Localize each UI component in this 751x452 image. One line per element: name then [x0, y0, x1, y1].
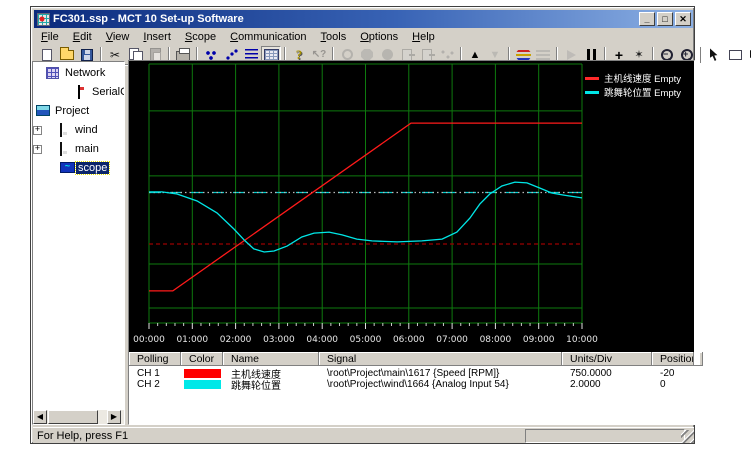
cell-units-div: 2.0000 [562, 379, 652, 390]
tree-item-label: SerialCom [90, 86, 125, 98]
tree-item-project[interactable]: Project [33, 103, 124, 120]
tree-horizontal-scrollbar[interactable]: ◀ ▶ [33, 410, 124, 424]
column-header-polling[interactable]: Polling [129, 352, 181, 366]
scope-chart[interactable]: 00:000 01:000 02:000 03:000 04:000 05:000 06:0… [129, 61, 694, 352]
app-window: FC301.ssp - MCT 10 Set-up Software _ □ ✕… [30, 6, 695, 444]
x-axis-tick-label: 10:000 [566, 335, 598, 345]
legend-label: 主机线速度 Empty [604, 71, 681, 85]
status-panel [525, 429, 685, 443]
channel-table: PollingColorNameSignalUnits/DivPosition … [129, 352, 694, 424]
tree-item-scope[interactable]: ~scope [33, 160, 124, 177]
tree-item-label: scope [76, 162, 109, 174]
column-header-name[interactable]: Name [223, 352, 319, 366]
tree-item-main[interactable]: + main [33, 141, 124, 158]
menu-item-edit[interactable]: Edit [66, 30, 99, 44]
zoom-box-icon[interactable] [725, 46, 745, 64]
project-tree[interactable]: NetworkSerialComProject+wind+main~scope … [32, 61, 125, 425]
menu-item-communication[interactable]: Communication [223, 30, 313, 44]
menu-bar: FileEditViewInsertScopeCommunicationTool… [34, 28, 693, 45]
tree-item-serialcom[interactable]: SerialCom [33, 84, 124, 101]
cell-polling: CH 1 [129, 368, 181, 379]
expand-plus-icon[interactable]: + [33, 126, 42, 135]
tree-item-wind[interactable]: + wind [33, 122, 124, 139]
project-icon [36, 105, 50, 116]
expand-plus-icon[interactable]: + [33, 145, 42, 154]
title-bar[interactable]: FC301.ssp - MCT 10 Set-up Software _ □ ✕ [34, 10, 693, 28]
cell-units-div: 750.0000 [562, 368, 652, 379]
tree-item-network[interactable]: Network [33, 65, 124, 82]
cell-signal: \root\Project\wind\1664 {Analog Input 54… [319, 379, 562, 390]
cell-color [181, 369, 223, 378]
x-axis-tick-label: 06:000 [393, 335, 425, 345]
cell-position: 0 [652, 379, 694, 390]
channel-color-swatch [184, 369, 221, 378]
tree-item-label: main [73, 143, 101, 155]
channel-table-body: CH 1主机线速度\root\Project\main\1617 {Speed … [129, 368, 694, 390]
status-bar: For Help, press F1 [33, 427, 694, 443]
scope-window: 00:000 01:000 02:000 03:000 04:000 05:000 06:0… [128, 60, 695, 425]
x-axis-tick-label: 07:000 [436, 335, 468, 345]
drive-icon [60, 123, 62, 137]
legend-swatch [585, 91, 599, 94]
x-axis-tick-label: 03:000 [263, 335, 295, 345]
cell-signal: \root\Project\main\1617 {Speed [RPM]} [319, 368, 562, 379]
channel-color-swatch [184, 380, 221, 389]
menu-item-help[interactable]: Help [405, 30, 442, 44]
legend-entry: 跳舞轮位置 Empty [585, 85, 681, 99]
x-axis-tick-label: 05:000 [350, 335, 382, 345]
resize-grip[interactable] [681, 430, 694, 443]
select-pointer-icon[interactable] [705, 46, 725, 64]
column-header-position[interactable]: Position [652, 352, 694, 366]
tree-item-label: Project [53, 105, 91, 117]
column-header-color[interactable]: Color [181, 352, 223, 366]
legend-entry: 主机线速度 Empty [585, 71, 681, 85]
tree-item-label: Network [63, 67, 107, 79]
menu-item-scope[interactable]: Scope [178, 30, 223, 44]
x-axis-tick-label: 01:000 [176, 335, 208, 345]
device-icon [78, 85, 80, 99]
x-axis-tick-label: 04:000 [306, 335, 338, 345]
minimize-button[interactable]: _ [639, 12, 655, 26]
column-header-signal[interactable]: Signal [319, 352, 562, 366]
legend-label: 跳舞轮位置 Empty [604, 85, 681, 99]
channel-row-ch1[interactable]: CH 1主机线速度\root\Project\main\1617 {Speed … [129, 368, 694, 379]
app-icon[interactable] [37, 13, 50, 26]
toolbar-separator [700, 47, 702, 63]
menu-item-insert[interactable]: Insert [136, 30, 178, 44]
menu-item-tools[interactable]: Tools [314, 30, 354, 44]
network-icon [46, 67, 59, 79]
status-text: For Help, press F1 [37, 430, 128, 442]
maximize-button[interactable]: □ [657, 12, 673, 26]
menu-item-view[interactable]: View [99, 30, 137, 44]
menu-item-file[interactable]: File [34, 30, 66, 44]
cell-polling: CH 2 [129, 379, 181, 390]
tree-item-label: wind [73, 124, 100, 136]
scroll-right-button[interactable]: ▶ [107, 410, 121, 424]
cell-color [181, 380, 223, 389]
drive-icon [60, 142, 62, 156]
scroll-left-button[interactable]: ◀ [33, 410, 47, 424]
scroll-thumb[interactable] [48, 410, 98, 424]
scope-icon: ~ [60, 162, 75, 173]
scope-plot[interactable]: 00:000 01:000 02:000 03:000 04:000 05:000 06:0… [129, 61, 694, 352]
step-forward-icon[interactable] [745, 46, 751, 64]
cell-position: -20 [652, 368, 694, 379]
channel-row-ch2[interactable]: CH 2 跳舞轮位置\root\Project\wind\1664 {Analog… [129, 379, 694, 390]
legend-swatch [585, 77, 599, 80]
column-header-units-div[interactable]: Units/Div [562, 352, 652, 366]
close-button[interactable]: ✕ [675, 12, 691, 26]
x-axis-tick-label: 00:000 [133, 335, 165, 345]
x-axis-tick-label: 09:000 [523, 335, 555, 345]
channel-table-header: PollingColorNameSignalUnits/DivPosition [129, 352, 694, 366]
window-title: FC301.ssp - MCT 10 Set-up Software [53, 13, 637, 25]
column-header-filler [694, 352, 703, 366]
x-axis-tick-label: 02:000 [220, 335, 252, 345]
menu-item-options[interactable]: Options [353, 30, 405, 44]
x-axis-tick-label: 08:000 [480, 335, 512, 345]
cell-name: 跳舞轮位置 [223, 377, 319, 392]
chart-legend: 主机线速度 Empty跳舞轮位置 Empty [585, 71, 681, 99]
